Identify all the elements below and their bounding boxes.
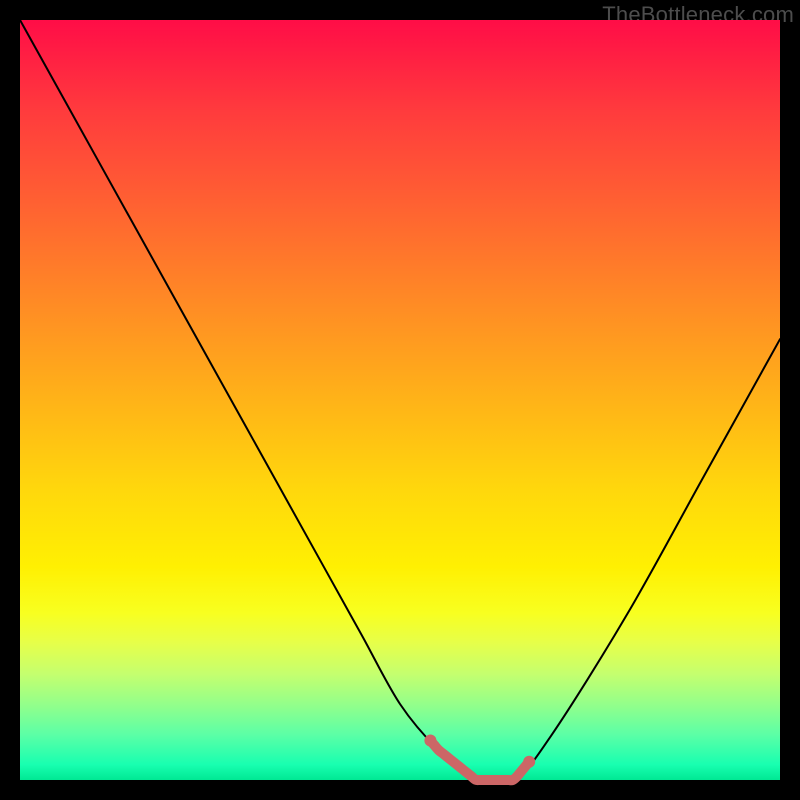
chart-frame: TheBottleneck.com — [0, 0, 800, 800]
curve-layer — [20, 20, 780, 780]
plot-area — [20, 20, 780, 780]
optimal-range-path — [430, 740, 529, 780]
optimal-range-end-dot — [523, 756, 535, 768]
optimal-range-start-dot — [424, 734, 436, 746]
bottleneck-curve-path — [20, 20, 780, 785]
